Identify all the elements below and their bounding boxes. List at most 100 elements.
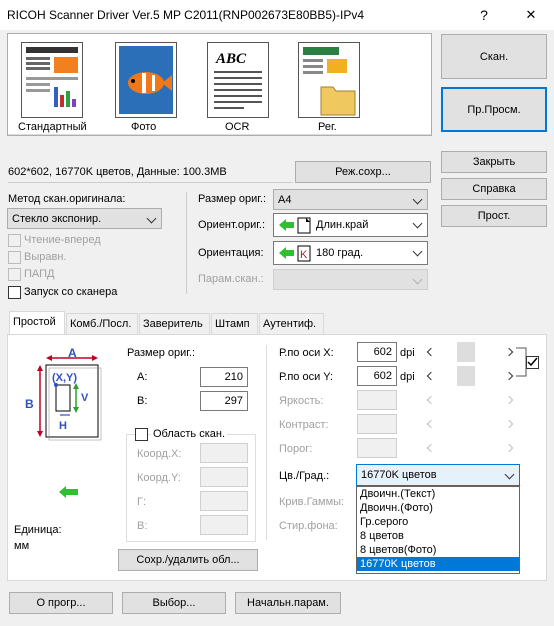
preset-standard-icon[interactable]: [21, 42, 83, 118]
start-from-scanner-checkbox[interactable]: [8, 286, 21, 299]
deskew-checkbox[interactable]: [8, 251, 21, 264]
area-v-input[interactable]: [200, 515, 248, 535]
long-edge-orientation-icon: [279, 217, 311, 234]
color-option[interactable]: Двоичн.(Фото): [357, 501, 519, 515]
color-value: 16770K цветов: [361, 469, 437, 481]
defaults-button[interactable]: Начальн.парам.: [235, 592, 341, 614]
threshold-slider[interactable]: [422, 438, 520, 458]
preset-photo-icon[interactable]: [115, 42, 177, 118]
checkmark-icon: [527, 357, 538, 367]
preset-custom-icon[interactable]: [298, 42, 360, 118]
scan-info-text: 602*602, 16770K цветов, Данные: 100.3MB: [8, 166, 227, 178]
vertical-divider: [186, 192, 187, 294]
size-b-input[interactable]: 297: [200, 391, 248, 411]
threshold-label: Порог:: [279, 443, 313, 455]
orig-orient-select[interactable]: Длин.край: [273, 213, 428, 237]
tab-combined[interactable]: Комб./Посл.: [66, 313, 138, 334]
color-option[interactable]: 8 цветов: [357, 529, 519, 543]
arrow-left-icon: [59, 486, 78, 498]
preview-button[interactable]: Пр.Просм.: [441, 87, 547, 132]
section-divider: [266, 345, 267, 540]
chevron-left-icon[interactable]: [426, 395, 436, 405]
unit-value: мм: [14, 540, 30, 552]
brightness-slider[interactable]: [422, 390, 520, 410]
help-button[interactable]: Справка: [441, 178, 547, 200]
select-button[interactable]: Выбор...: [122, 592, 226, 614]
simple-mode-button[interactable]: Прост.: [441, 205, 547, 227]
brightness-input[interactable]: [357, 390, 397, 410]
info-divider: [8, 182, 293, 183]
scan-area-checkbox[interactable]: [135, 428, 148, 441]
area-g-label: Г:: [137, 496, 147, 508]
preset-photo-label: Фото: [131, 121, 157, 133]
chevron-right-icon[interactable]: [504, 347, 514, 357]
area-g-input[interactable]: [200, 491, 248, 511]
tab-auth[interactable]: Аутентиф.: [259, 313, 324, 334]
res-y-input[interactable]: 602: [357, 366, 397, 386]
orig-orient-value: Длин.край: [316, 219, 369, 231]
color-option[interactable]: 8 цветов(Фото): [357, 543, 519, 557]
save-mode-button[interactable]: Реж.сохр...: [295, 161, 431, 183]
close-title-button[interactable]: ✕: [508, 0, 554, 30]
color-option[interactable]: Двоичн.(Текст): [357, 487, 519, 501]
size-a-label: A:: [137, 371, 148, 383]
size-b-label: B:: [137, 395, 148, 407]
coord-x-label: Коорд.X:: [137, 448, 182, 460]
slider-thumb[interactable]: [457, 366, 475, 386]
orientation-value: 180 град.: [316, 247, 364, 259]
threshold-input[interactable]: [357, 438, 397, 458]
rotate-180-icon: K: [279, 245, 311, 262]
color-option-selected[interactable]: 16770K цветов: [357, 557, 519, 571]
contrast-label: Контраст:: [279, 419, 329, 431]
color-select[interactable]: 16770K цветов: [356, 464, 520, 486]
chevron-right-icon[interactable]: [504, 419, 514, 429]
brightness-label: Яркость:: [279, 395, 324, 407]
chevron-left-icon[interactable]: [426, 347, 436, 357]
scan-method-label: Метод скан.оригинала:: [8, 193, 126, 205]
save-delete-area-button[interactable]: Сохр./удалить обл...: [118, 549, 258, 571]
chevron-left-icon[interactable]: [426, 419, 436, 429]
orig-orient-label: Ориент.ориг.:: [198, 219, 266, 231]
chevron-left-icon[interactable]: [426, 371, 436, 381]
chevron-right-icon[interactable]: [504, 443, 514, 453]
res-x-slider[interactable]: [422, 342, 520, 362]
diagram-xy-label: (X,Y): [52, 372, 78, 384]
gamma-label: Крив.Гаммы:: [279, 496, 345, 508]
chevron-right-icon[interactable]: [504, 395, 514, 405]
tab-endorser[interactable]: Заверитель: [139, 313, 210, 334]
svg-text:K: K: [300, 249, 308, 261]
preset-ocr-icon[interactable]: ABC: [207, 42, 269, 118]
read-ahead-checkbox[interactable]: [8, 234, 21, 247]
scan-param-select[interactable]: [273, 269, 428, 290]
orientation-select[interactable]: K 180 град.: [273, 241, 428, 265]
scan-button[interactable]: Скан.: [441, 34, 547, 79]
tab-simple[interactable]: Простой: [9, 311, 65, 335]
size-a-input[interactable]: 210: [200, 367, 248, 387]
help-title-button[interactable]: ?: [461, 0, 507, 30]
color-dropdown-list: Двоичн.(Текст) Двоичн.(Фото) Гр.серого 8…: [356, 486, 520, 574]
deskew-label: Выравн.: [24, 251, 67, 263]
preset-standard-label: Стандартный: [18, 121, 87, 133]
contrast-slider[interactable]: [422, 414, 520, 434]
scan-method-select[interactable]: Стекло экспонир.: [7, 208, 162, 229]
res-y-slider[interactable]: [422, 366, 520, 386]
chevron-left-icon[interactable]: [426, 443, 436, 453]
orientation-label: Ориентация:: [198, 247, 264, 259]
slider-thumb[interactable]: [457, 342, 475, 362]
orig-size-select[interactable]: A4: [273, 189, 428, 210]
contrast-input[interactable]: [357, 414, 397, 434]
scan-param-label: Парам.скан.:: [198, 273, 264, 285]
res-y-unit: dpi: [400, 371, 415, 383]
color-option[interactable]: Гр.серого: [357, 515, 519, 529]
about-button[interactable]: О прогр...: [9, 592, 113, 614]
close-button[interactable]: Закрыть: [441, 151, 547, 173]
coord-x-input[interactable]: [200, 443, 248, 463]
tab-stamp[interactable]: Штамп: [211, 313, 258, 334]
unit-label: Единица:: [14, 524, 62, 536]
link-resolution-checkbox[interactable]: [526, 356, 539, 369]
coord-y-input[interactable]: [200, 467, 248, 487]
chevron-right-icon[interactable]: [504, 371, 514, 381]
res-x-input[interactable]: 602: [357, 342, 397, 362]
preset-scrollbar[interactable]: [8, 134, 431, 135]
adf-checkbox[interactable]: [8, 268, 21, 281]
